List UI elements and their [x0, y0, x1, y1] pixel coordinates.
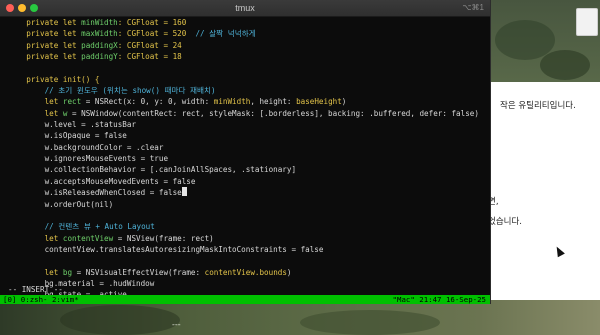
code-line[interactable]: let contentView = NSView(frame: rect) — [0, 233, 490, 244]
code-token: maxWidth — [81, 29, 118, 39]
tmux-window-list[interactable]: [0] 0:zsh- 2:vim* — [3, 295, 79, 304]
code-line[interactable] — [0, 255, 490, 266]
code-token: let — [8, 233, 63, 243]
code-token: = NSRect(x: 0, y: 0, width: — [81, 97, 214, 107]
code-token: private let — [8, 52, 82, 62]
code-token: let — [8, 97, 63, 107]
code-line[interactable]: w.acceptsMouseMovedEvents = false — [0, 176, 490, 187]
code-token: w.orderOut(nil) — [8, 199, 114, 209]
wallpaper-foliage — [540, 50, 590, 80]
code-token: : CGFloat = 520 — [117, 29, 196, 39]
code-line[interactable]: private let paddingY: CGFloat = 18 — [0, 51, 490, 62]
document-text-line: 작은 유틸리티입니다. — [500, 101, 576, 111]
wallpaper-foliage — [60, 305, 180, 335]
code-token: w.isOpaque = false — [8, 131, 127, 141]
code-token: // 컨텐츠 뷰 + Auto Layout — [8, 222, 155, 232]
vim-mode-indicator: -- INSERT -- — [8, 285, 63, 294]
code-line[interactable]: w.isReleasedWhenClosed = false — [0, 187, 490, 198]
code-token: w.level = .statusBar — [8, 120, 137, 130]
wallpaper-foliage — [300, 310, 440, 335]
code-token: bg — [62, 267, 73, 277]
code-line[interactable]: w.backgroundColor = .clear — [0, 142, 490, 153]
code-token: minWidth — [81, 18, 118, 27]
code-token: contentView.translatesAutoresizingMaskIn… — [8, 244, 324, 254]
code-token: w.ignoresMouseEvents = true — [8, 154, 169, 164]
code-token: w.acceptsMouseMovedEvents = false — [8, 176, 196, 186]
document-text-line: 었습니다. — [488, 217, 522, 227]
code-token: paddingY — [81, 52, 118, 62]
code-line[interactable]: // 초기 윈도우 (위치는 show() 때마다 재배치) — [0, 85, 490, 96]
code-token: baseHeight — [296, 97, 342, 107]
code-token: : CGFloat = 18 — [117, 52, 182, 62]
code-token: ) — [341, 97, 347, 107]
code-line[interactable] — [0, 62, 490, 73]
window-title-bar[interactable]: tmux ⌥⌘1 — [0, 0, 490, 17]
code-token: private let — [8, 40, 82, 50]
code-token: : CGFloat = 24 — [117, 40, 182, 50]
code-token: = NSVisualEffectView(frame: — [72, 267, 205, 277]
code-line[interactable]: // 컨텐츠 뷰 + Auto Layout — [0, 221, 490, 232]
code-token: // 초기 윈도우 (위치는 show() 때마다 재배치) — [8, 86, 216, 96]
code-token: private init() { — [8, 74, 100, 84]
code-line[interactable] — [0, 210, 490, 221]
tmux-status-right: "Mac" 21:47 16-Sep-25 — [392, 295, 486, 304]
document-icon — [576, 8, 598, 36]
code-token: minWidth — [213, 97, 251, 107]
code-line[interactable]: let w = NSWindow(contentRect: rect, styl… — [0, 108, 490, 119]
code-line[interactable]: let bg = NSVisualEffectView(frame: conte… — [0, 267, 490, 278]
window-title: tmux — [235, 3, 255, 13]
background-bottom-text: --- — [172, 320, 181, 329]
code-token: = NSView(frame: rect) — [113, 233, 214, 243]
code-token: let — [8, 267, 63, 277]
code-token: w.collectionBehavior = [.canJoinAllSpace… — [8, 165, 297, 175]
code-line[interactable]: private let paddingX: CGFloat = 24 — [0, 40, 490, 51]
text-cursor — [181, 187, 187, 197]
code-token: ) — [286, 267, 292, 277]
desktop-file-icon[interactable] — [572, 8, 598, 38]
code-line[interactable]: private init() { — [0, 74, 490, 85]
background-document-window[interactable]: 작은 유틸리티입니다. 면, 었습니다. — [478, 82, 600, 300]
code-line[interactable]: w.orderOut(nil) — [0, 199, 490, 210]
code-token: w.backgroundColor = .clear — [8, 142, 164, 152]
code-line[interactable]: w.collectionBehavior = [.canJoinAllSpace… — [0, 164, 490, 175]
code-token: contentView.bounds — [204, 267, 287, 277]
code-token: private let — [8, 29, 82, 39]
code-line[interactable]: let rect = NSRect(x: 0, y: 0, width: min… — [0, 96, 490, 107]
tmux-terminal-window[interactable]: tmux ⌥⌘1 private let minWidth: CGFloat =… — [0, 0, 491, 304]
code-line[interactable]: w.level = .statusBar — [0, 119, 490, 130]
code-token: w.isReleasedWhenClosed = false — [8, 188, 182, 198]
code-token: paddingX — [81, 40, 118, 50]
code-token: : CGFloat = 160 — [117, 18, 187, 27]
window-shortcut-label: ⌥⌘1 — [462, 3, 484, 12]
tmux-status-bar: [0] 0:zsh- 2:vim* "Mac" 21:47 16-Sep-25 — [0, 295, 490, 304]
code-line[interactable]: w.isOpaque = false — [0, 130, 490, 141]
code-token: let — [8, 108, 63, 118]
code-token: // 살짝 넉넉하게 — [195, 29, 256, 39]
code-token: = NSWindow(contentRect: rect, styleMask:… — [67, 108, 479, 118]
code-line[interactable]: w.ignoresMouseEvents = true — [0, 153, 490, 164]
code-line[interactable]: private let minWidth: CGFloat = 160 — [0, 17, 490, 28]
code-line[interactable]: private let maxWidth: CGFloat = 520 // 살… — [0, 28, 490, 39]
vim-code-editor[interactable]: private let minWidth: CGFloat = 160 priv… — [0, 16, 490, 304]
code-token: rect — [62, 97, 82, 107]
code-token: , height: — [250, 97, 297, 107]
code-token: contentView — [62, 233, 114, 243]
code-token: private let — [8, 18, 82, 27]
code-line[interactable]: contentView.translatesAutoresizingMaskIn… — [0, 244, 490, 255]
